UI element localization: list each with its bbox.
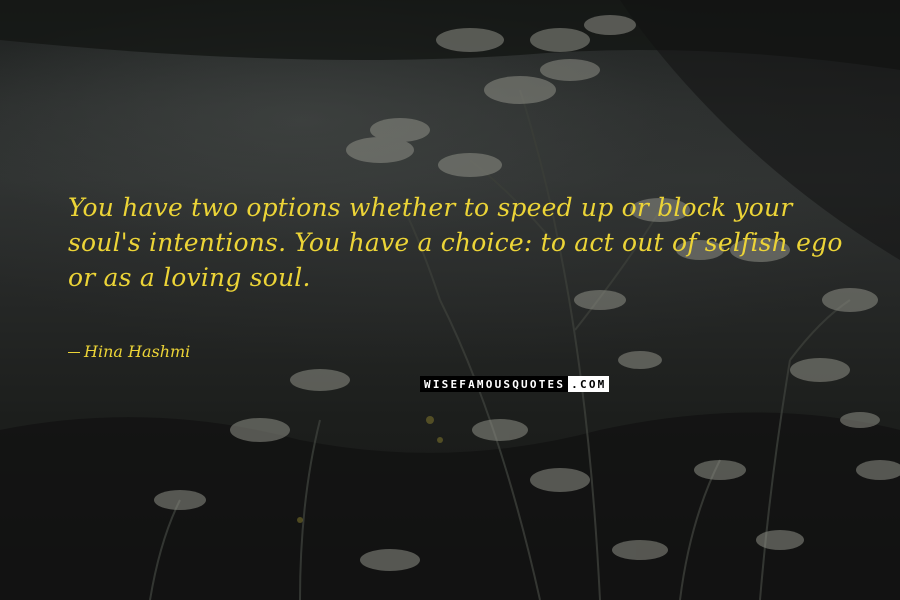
author-name: Hina Hashmi (84, 342, 191, 361)
watermark-part-2: .COM (568, 376, 610, 392)
dash-icon (68, 352, 80, 353)
background-image (0, 0, 900, 600)
quote-author: Hina Hashmi (68, 342, 190, 361)
quote-text: You have two options whether to speed up… (68, 193, 843, 292)
watermark-logo: WISEFAMOUSQUOTES .COM (420, 376, 610, 392)
watermark-part-1: WISEFAMOUSQUOTES (420, 376, 569, 392)
quote-card: You have two options whether to speed up… (0, 0, 900, 600)
